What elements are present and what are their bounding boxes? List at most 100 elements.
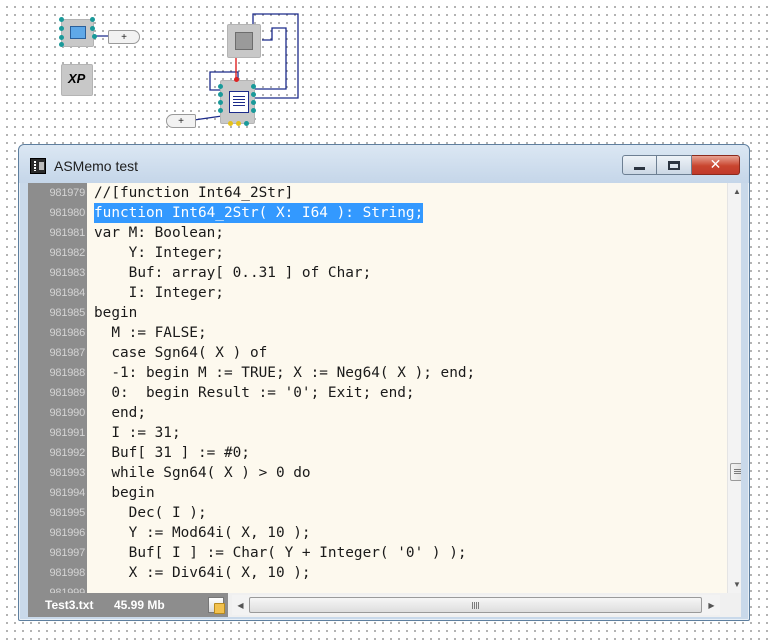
code-line[interactable]: 981988 -1: begin M := TRUE; X := Neg64( …: [28, 363, 718, 383]
code-line[interactable]: 981987 case Sgn64( X ) of: [28, 343, 718, 363]
code-line[interactable]: 981981 var M: Boolean;: [28, 223, 718, 243]
wire-plus-2: [193, 115, 223, 121]
code-text: case Sgn64( X ) of: [94, 345, 268, 361]
line-number: 981985: [49, 307, 85, 319]
scroll-right-arrow-icon[interactable]: ▶: [703, 595, 720, 615]
code-text: //[function Int64_2Str]: [94, 185, 294, 201]
minimize-button[interactable]: [622, 155, 657, 175]
line-number: 981986: [49, 327, 85, 339]
code-text: I := 31;: [94, 425, 181, 441]
code-line[interactable]: 981996 Y := Mod64i( X, 10 );: [28, 523, 718, 543]
close-button[interactable]: ✕: [692, 155, 740, 175]
title-bar[interactable]: ASMemo test ✕: [19, 145, 749, 183]
code-line[interactable]: 981990 end;: [28, 403, 718, 423]
scroll-left-arrow-icon[interactable]: ◀: [232, 595, 249, 615]
selected-code-text: function Int64_2Str( X: I64 ): String;: [94, 203, 424, 223]
app-film-icon: [30, 158, 46, 174]
code-line[interactable]: 981979 //[function Int64_2Str]: [28, 183, 718, 203]
memo-icon: [229, 91, 249, 113]
line-number: 981981: [49, 227, 85, 239]
code-text: I: Integer;: [94, 285, 224, 301]
code-line[interactable]: 981999: [28, 583, 718, 593]
memo-editor[interactable]: 981979 //[function Int64_2Str] 981980 funct…: [28, 183, 741, 593]
block-node[interactable]: [227, 24, 261, 58]
status-bar: Test3.txt 45.99 Mb ◀ ▶: [28, 593, 741, 617]
scroll-up-arrow-icon[interactable]: ▲: [728, 183, 741, 200]
memo-node[interactable]: [220, 80, 255, 124]
minimize-icon: [634, 166, 645, 170]
memo-window: ASMemo test ✕ 981979 //[function Int64_2S…: [18, 144, 750, 621]
line-number: 981999: [49, 587, 85, 593]
display-component-node[interactable]: [61, 19, 94, 47]
code-line[interactable]: 981997 Buf[ I ] := Char( Y + Integer( '0…: [28, 543, 718, 563]
code-text: begin: [94, 485, 155, 501]
code-text: -1: begin M := TRUE; X := Neg64( X ); en…: [94, 365, 476, 381]
close-icon: ✕: [709, 157, 722, 173]
line-number: 981984: [49, 287, 85, 299]
window-title: ASMemo test: [54, 158, 139, 174]
line-number: 981998: [49, 567, 85, 579]
square-icon: [235, 32, 253, 50]
line-number: 981979: [49, 187, 85, 199]
line-number: 981983: [49, 267, 85, 279]
maximize-button[interactable]: [657, 155, 692, 175]
code-line[interactable]: 981984 I: Integer;: [28, 283, 718, 303]
xp-theme-node[interactable]: XP: [61, 64, 93, 96]
status-file-size: 45.99 Mb: [114, 598, 165, 612]
code-text: Y := Mod64i( X, 10 );: [94, 525, 311, 541]
code-line[interactable]: 981982 Y: Integer;: [28, 243, 718, 263]
add-pin-button-bottom[interactable]: +: [166, 114, 196, 128]
maximize-icon: [668, 160, 680, 170]
code-text: 0: begin Result := '0'; Exit; end;: [94, 385, 415, 401]
code-text: Y: Integer;: [94, 245, 224, 261]
code-line[interactable]: 981986 M := FALSE;: [28, 323, 718, 343]
code-line[interactable]: 981993 while Sgn64( X ) > 0 do: [28, 463, 718, 483]
horizontal-scrollbar[interactable]: ◀ ▶: [232, 595, 720, 615]
code-text: Dec( I );: [94, 505, 207, 521]
vertical-scroll-thumb[interactable]: [730, 463, 741, 481]
line-number: 981990: [49, 407, 85, 419]
code-line[interactable]: 981980 function Int64_2Str( X: I64 ): Str…: [28, 203, 718, 223]
code-line[interactable]: 981994 begin: [28, 483, 718, 503]
code-text: begin: [94, 305, 138, 321]
line-number: 981996: [49, 527, 85, 539]
code-text: Buf[ 31 ] := #0;: [94, 445, 250, 461]
code-text: M := FALSE;: [94, 325, 207, 341]
code-text: var M: Boolean;: [94, 225, 224, 241]
code-line[interactable]: 981998 X := Div64i( X, 10 );: [28, 563, 718, 583]
line-number: 981992: [49, 447, 85, 459]
line-number: 981987: [49, 347, 85, 359]
line-number: 981989: [49, 387, 85, 399]
horizontal-scroll-thumb[interactable]: [249, 597, 702, 613]
code-text: end;: [94, 405, 146, 421]
code-line[interactable]: 981995 Dec( I );: [28, 503, 718, 523]
code-line[interactable]: 981983 Buf: array[ 0..31 ] of Char;: [28, 263, 718, 283]
line-number: 981995: [49, 507, 85, 519]
vertical-scrollbar[interactable]: ▲ ▼: [727, 183, 741, 593]
line-number: 981994: [49, 487, 85, 499]
window-icon: [70, 26, 86, 39]
code-line[interactable]: 981992 Buf[ 31 ] := #0;: [28, 443, 718, 463]
xp-label: XP: [68, 71, 86, 86]
add-pin-button-top[interactable]: +: [108, 30, 140, 44]
code-text: while Sgn64( X ) > 0 do: [94, 465, 311, 481]
wire-layer: [95, 13, 299, 121]
plus-label: +: [121, 31, 127, 43]
status-file-name: Test3.txt: [45, 598, 94, 612]
line-number: 981991: [49, 427, 85, 439]
line-number: 981982: [49, 247, 85, 259]
scroll-down-arrow-icon[interactable]: ▼: [728, 576, 741, 593]
code-text: Buf[ I ] := Char( Y + Integer( '0' ) );: [94, 545, 467, 561]
code-line[interactable]: 981985 begin: [28, 303, 718, 323]
code-line[interactable]: 981991 I := 31;: [28, 423, 718, 443]
line-number: 981997: [49, 547, 85, 559]
status-file-info: Test3.txt 45.99 Mb: [28, 593, 228, 617]
code-text: Buf: array[ 0..31 ] of Char;: [94, 265, 372, 281]
line-number: 981993: [49, 467, 85, 479]
edit-file-icon[interactable]: [208, 597, 225, 614]
line-number: 981980: [49, 207, 85, 219]
code-line[interactable]: 981989 0: begin Result := '0'; Exit; end…: [28, 383, 718, 403]
plus-label: +: [178, 115, 184, 127]
line-number: 981988: [49, 367, 85, 379]
code-text: X := Div64i( X, 10 );: [94, 565, 311, 581]
